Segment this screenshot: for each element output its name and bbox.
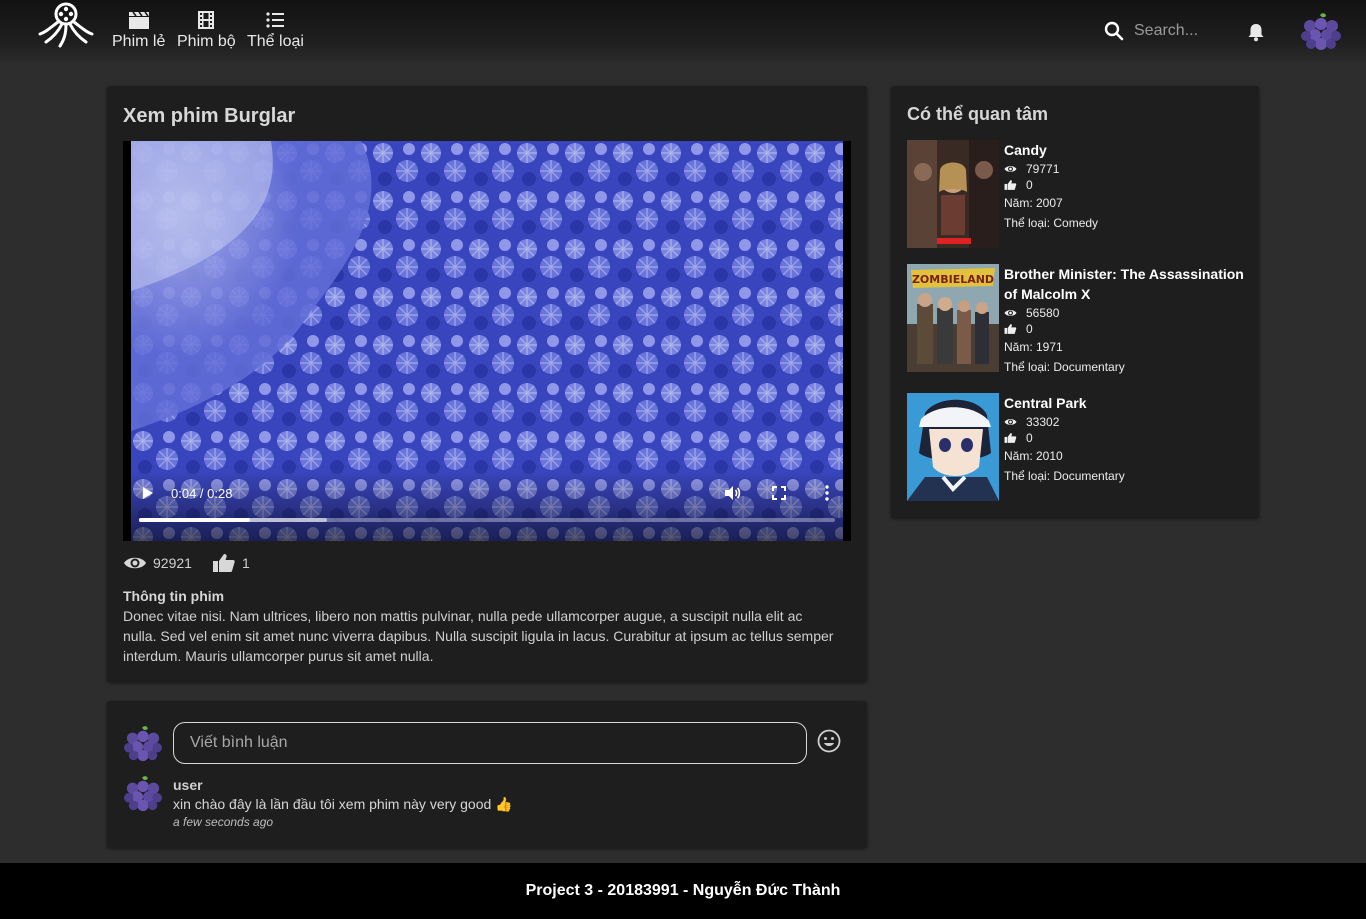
commenter-avatar — [124, 776, 162, 812]
footer: Project 3 - 20183991 - Nguyễn Đức Thành — [0, 863, 1366, 919]
emoji-icon[interactable] — [817, 729, 841, 753]
comment-timestamp: a few seconds ago — [173, 815, 274, 829]
likes-count: 0 — [1026, 178, 1033, 192]
video-time: 0:04 / 0:28 — [171, 486, 233, 501]
movie-panel: Xem phim Burglar 0:04 / 0:28 92921 1 Thô… — [107, 86, 867, 682]
recommendation-item[interactable]: Central Park 33302 0 Năm: 2010 Thể loại:… — [907, 393, 1247, 501]
recommendation-meta: Candy 79771 0 Năm: 2007 Thể loại: Comedy — [1004, 140, 1098, 248]
thumbs-up-icon[interactable] — [212, 553, 236, 573]
year-line: Năm: 1971 — [1004, 340, 1063, 354]
comments-panel: user xin chào đây là lần đầu tôi xem phi… — [107, 701, 867, 848]
recommendation-title[interactable]: Candy — [1004, 140, 1098, 160]
volume-icon[interactable] — [723, 484, 741, 502]
eye-icon — [124, 557, 146, 569]
genre-line: Thể loại: Documentary — [1004, 360, 1125, 374]
comment-text: xin chào đây là lần đầu tôi xem phim này… — [173, 796, 513, 812]
recommendation-title[interactable]: Central Park — [1004, 393, 1125, 413]
views-count: 79771 — [1026, 162, 1060, 176]
eye-icon — [1004, 310, 1017, 316]
film-strip-icon — [198, 11, 215, 29]
thumbs-up-icon — [1004, 180, 1017, 190]
movie-stats: 92921 1 — [123, 553, 270, 573]
user-avatar[interactable] — [1300, 12, 1342, 52]
nav-label: Thể loại — [247, 33, 304, 50]
recommendation-meta: Brother Minister: The Assassination of M… — [1004, 264, 1247, 377]
video-player[interactable]: 0:04 / 0:28 — [123, 141, 851, 541]
movie-poster[interactable] — [907, 393, 999, 501]
logo-icon[interactable] — [36, 2, 96, 48]
likes-count: 0 — [1026, 322, 1033, 336]
views-stat: 92921 — [123, 553, 192, 573]
views-count: 92921 — [153, 555, 192, 571]
played-bar — [139, 518, 251, 522]
genre-line: Thể loại: Comedy — [1004, 216, 1099, 230]
movie-poster[interactable] — [907, 140, 999, 248]
nav-label: Phim bộ — [177, 33, 236, 50]
play-icon[interactable] — [141, 485, 155, 501]
movie-poster[interactable]: ZOMBIELAND — [907, 264, 999, 372]
recommendations-title: Có thể quan tâm — [907, 104, 1049, 124]
likes-line: 0 — [1004, 177, 1098, 193]
views-line: 56580 — [1004, 305, 1247, 321]
genre-line: Thể loại: Documentary — [1004, 469, 1125, 483]
views-count: 56580 — [1026, 306, 1060, 320]
likes-stat[interactable]: 1 — [212, 553, 250, 573]
year-line: Năm: 2010 — [1004, 449, 1063, 463]
recommendations-panel: Có thể quan tâm Candy 79771 0 Năm: 2007 … — [891, 86, 1259, 518]
likes-line: 0 — [1004, 321, 1247, 337]
page-title: Xem phim Burglar — [123, 105, 296, 127]
fullscreen-icon[interactable] — [771, 485, 787, 501]
likes-count: 0 — [1026, 431, 1033, 445]
likes-line: 0 — [1004, 430, 1125, 446]
video-progress-bar[interactable] — [139, 518, 835, 522]
video-controls — [123, 471, 851, 541]
top-navbar: Phim lẻ Phim bộ Thể loại — [0, 0, 1366, 62]
footer-text: Project 3 - 20183991 - Nguyễn Đức Thành — [525, 882, 841, 899]
svg-text:ZOMBIELAND: ZOMBIELAND — [912, 273, 994, 286]
eye-icon — [1004, 166, 1017, 172]
clapperboard-icon — [128, 11, 149, 29]
comment-username[interactable]: user — [173, 777, 203, 793]
year-line: Năm: 2007 — [1004, 196, 1063, 210]
comment-input[interactable] — [173, 722, 807, 764]
nav-phim-bo[interactable]: Phim bộ — [177, 10, 236, 51]
recommendation-title[interactable]: Brother Minister: The Assassination of M… — [1004, 264, 1247, 304]
search-box — [1104, 21, 1234, 41]
likes-count: 1 — [241, 555, 250, 571]
search-input[interactable] — [1134, 22, 1234, 40]
thumbs-up-icon — [1004, 324, 1017, 334]
bell-icon[interactable] — [1246, 22, 1266, 42]
nav-label: Phim lẻ — [112, 33, 166, 50]
user-avatar — [124, 726, 162, 762]
poster-image — [907, 140, 999, 248]
recommendation-item[interactable]: ZOMBIELAND Brother Minister: The Assassi… — [907, 264, 1247, 377]
views-count: 33302 — [1026, 415, 1060, 429]
nav-phim-le[interactable]: Phim lẻ — [112, 10, 165, 51]
poster-image: ZOMBIELAND — [907, 264, 999, 372]
nav-the-loai[interactable]: Thể loại — [247, 10, 304, 51]
poster-image — [907, 393, 999, 501]
recommendation-meta: Central Park 33302 0 Năm: 2010 Thể loại:… — [1004, 393, 1125, 501]
thumbs-up-icon — [1004, 433, 1017, 443]
eye-icon — [1004, 419, 1017, 425]
info-description: Donec vitae nisi. Nam ultrices, libero n… — [123, 608, 834, 664]
more-options-icon[interactable] — [821, 484, 833, 502]
recommendation-item[interactable]: Candy 79771 0 Năm: 2007 Thể loại: Comedy — [907, 140, 1247, 248]
info-heading: Thông tin phim — [123, 588, 225, 604]
views-line: 33302 — [1004, 414, 1125, 430]
views-line: 79771 — [1004, 161, 1098, 177]
list-icon — [266, 12, 285, 28]
search-icon[interactable] — [1104, 21, 1124, 41]
